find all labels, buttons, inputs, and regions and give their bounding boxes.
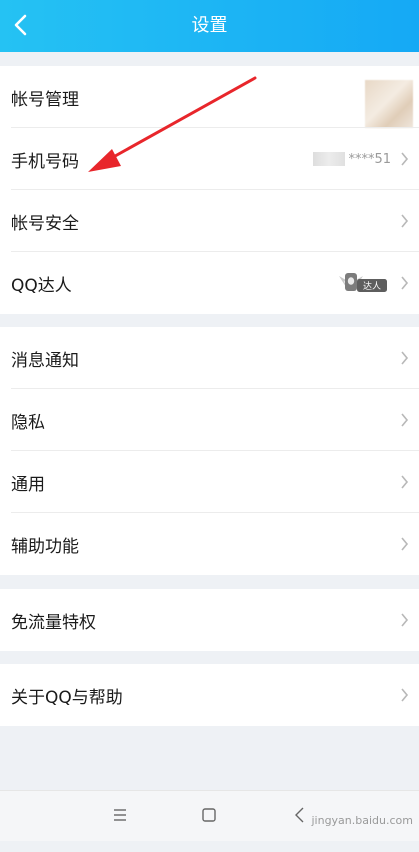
accessibility-row[interactable]: 辅助功能 xyxy=(0,513,419,575)
phone-number-label: 手机号码 xyxy=(11,151,79,172)
phone-number-value: ****51 xyxy=(313,128,391,190)
back-icon[interactable] xyxy=(290,805,310,825)
page-title: 设置 xyxy=(191,15,228,36)
chevron-right-icon xyxy=(401,276,409,290)
account-management-label: 帐号管理 xyxy=(11,89,79,110)
system-navigation-bar: jingyan.baidu.com xyxy=(0,790,419,841)
account-security-label: 帐号安全 xyxy=(11,213,79,234)
chevron-right-icon xyxy=(401,413,409,427)
data-free-privilege-row[interactable]: 免流量特权 xyxy=(0,589,419,651)
general-settings-group: 消息通知 隐私 通用 辅助功能 xyxy=(0,327,419,575)
privacy-row[interactable]: 隐私 xyxy=(0,389,419,451)
qq-expert-badge-icon: 达人 xyxy=(339,273,387,292)
chevron-right-icon xyxy=(401,537,409,551)
title-bar: 设置 xyxy=(0,0,419,52)
account-security-row[interactable]: 帐号安全 xyxy=(0,190,419,252)
general-row[interactable]: 通用 xyxy=(0,451,419,513)
chevron-right-icon xyxy=(401,214,409,228)
qq-expert-row[interactable]: QQ达人 达人 xyxy=(0,252,419,314)
notifications-label: 消息通知 xyxy=(11,350,79,371)
phone-number-suffix: ****51 xyxy=(348,151,391,167)
chevron-right-icon xyxy=(401,351,409,365)
notifications-row[interactable]: 消息通知 xyxy=(0,327,419,389)
chevron-right-icon xyxy=(401,688,409,702)
account-management-row[interactable]: 帐号管理 xyxy=(0,66,419,128)
accessibility-label: 辅助功能 xyxy=(11,536,79,557)
qq-expert-label: QQ达人 xyxy=(11,275,72,296)
data-free-group: 免流量特权 xyxy=(0,589,419,651)
chevron-right-icon xyxy=(401,475,409,489)
phone-number-row[interactable]: 手机号码 ****51 xyxy=(0,128,419,190)
chevron-right-icon xyxy=(401,613,409,627)
watermark: jingyan.baidu.com xyxy=(311,814,413,827)
account-settings-group: 帐号管理 手机号码 ****51 帐号安全 QQ达人 达人 xyxy=(0,66,419,314)
badge-text: 达人 xyxy=(363,280,381,292)
data-free-privilege-label: 免流量特权 xyxy=(11,612,96,633)
home-icon[interactable] xyxy=(199,805,219,825)
blurred-phone-prefix xyxy=(313,152,346,166)
about-help-label: 关于QQ与帮助 xyxy=(11,687,123,708)
menu-icon[interactable] xyxy=(110,805,130,825)
about-help-row[interactable]: 关于QQ与帮助 xyxy=(0,664,419,726)
privacy-label: 隐私 xyxy=(11,412,45,433)
avatar xyxy=(365,80,413,128)
general-label: 通用 xyxy=(11,474,45,495)
about-group: 关于QQ与帮助 xyxy=(0,664,419,726)
chevron-right-icon xyxy=(401,152,409,166)
